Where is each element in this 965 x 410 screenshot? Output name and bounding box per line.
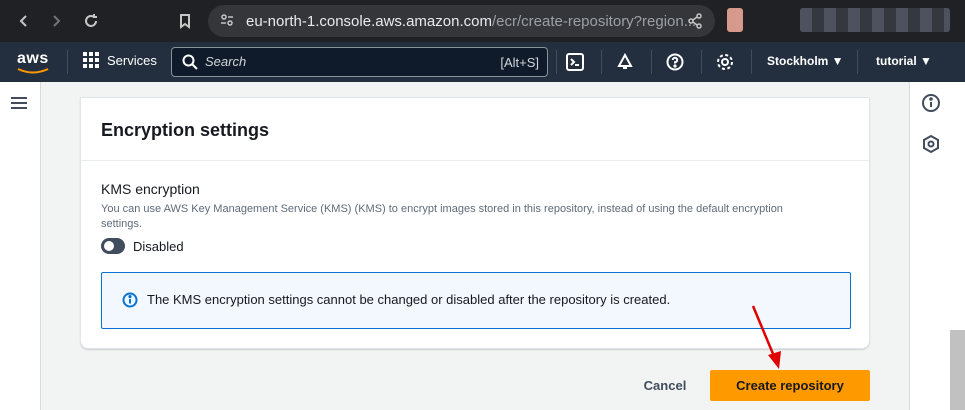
- settings-gear-icon[interactable]: [715, 52, 735, 72]
- nav-divider: [651, 50, 652, 74]
- address-bar[interactable]: eu-north-1.console.aws.amazon.com/ecr/cr…: [208, 5, 715, 37]
- extensions-area: [800, 8, 950, 32]
- services-grid-icon: [83, 52, 99, 68]
- profile-avatar[interactable]: [727, 8, 743, 32]
- share-icon[interactable]: [687, 13, 703, 34]
- nav-divider: [601, 50, 602, 74]
- info-panel-icon[interactable]: [921, 93, 941, 113]
- cancel-button[interactable]: Cancel: [625, 372, 705, 398]
- account-menu[interactable]: tutorial ▼: [876, 54, 932, 68]
- nav-divider: [701, 50, 702, 74]
- scrollbar-thumb[interactable]: [950, 330, 965, 410]
- side-nav-rail: [0, 82, 41, 410]
- services-label: Services: [107, 52, 157, 68]
- notifications-icon[interactable]: [615, 52, 635, 72]
- search-shortcut: [Alt+S]: [500, 55, 539, 70]
- url-path: /ecr/create-repository?region...: [491, 13, 697, 30]
- search-input[interactable]: [205, 54, 485, 69]
- info-icon: [122, 292, 138, 308]
- search-box[interactable]: [Alt+S]: [171, 47, 548, 77]
- reload-icon[interactable]: [80, 10, 102, 32]
- kms-encryption-description: You can use AWS Key Management Service (…: [101, 203, 783, 230]
- panel-header: Encryption settings: [81, 98, 869, 161]
- browser-toolbar: eu-north-1.console.aws.amazon.com/ecr/cr…: [0, 0, 965, 42]
- nav-divider: [67, 50, 68, 74]
- search-icon: [182, 54, 198, 75]
- aws-top-nav: aws Services [Alt+S] Stockholm ▼ tutoria…: [0, 42, 965, 82]
- toggle-label: Disabled: [133, 238, 184, 254]
- nav-divider: [751, 50, 752, 74]
- aws-logo[interactable]: aws: [17, 50, 49, 68]
- services-menu[interactable]: Services: [83, 52, 157, 68]
- region-selector[interactable]: Stockholm ▼: [767, 54, 844, 68]
- aws-smile-icon: [17, 68, 49, 74]
- bookmark-icon[interactable]: [174, 10, 196, 32]
- kms-encryption-label: KMS encryption: [101, 181, 200, 197]
- annotation-arrow-icon: [751, 305, 781, 369]
- nav-divider: [857, 50, 858, 74]
- forward-icon[interactable]: [45, 10, 67, 32]
- feedback-hexagon-icon[interactable]: [921, 134, 941, 154]
- help-icon[interactable]: [665, 52, 685, 72]
- cloudshell-icon[interactable]: [565, 52, 585, 72]
- back-icon[interactable]: [13, 10, 35, 32]
- site-info-icon[interactable]: [220, 13, 234, 32]
- info-message: The KMS encryption settings cannot be ch…: [147, 292, 671, 307]
- create-repository-button[interactable]: Create repository: [710, 370, 870, 401]
- kms-encryption-toggle[interactable]: [101, 238, 125, 254]
- url-host: eu-north-1.console.aws.amazon.com: [246, 13, 492, 30]
- panel-title: Encryption settings: [101, 120, 270, 140]
- kms-toggle-row[interactable]: Disabled: [101, 238, 184, 254]
- menu-hamburger-icon[interactable]: [11, 97, 27, 109]
- url-text: eu-north-1.console.aws.amazon.com/ecr/cr…: [246, 13, 696, 30]
- kms-info-alert: The KMS encryption settings cannot be ch…: [101, 272, 851, 329]
- toggle-knob: [104, 241, 114, 251]
- nav-divider: [556, 50, 557, 74]
